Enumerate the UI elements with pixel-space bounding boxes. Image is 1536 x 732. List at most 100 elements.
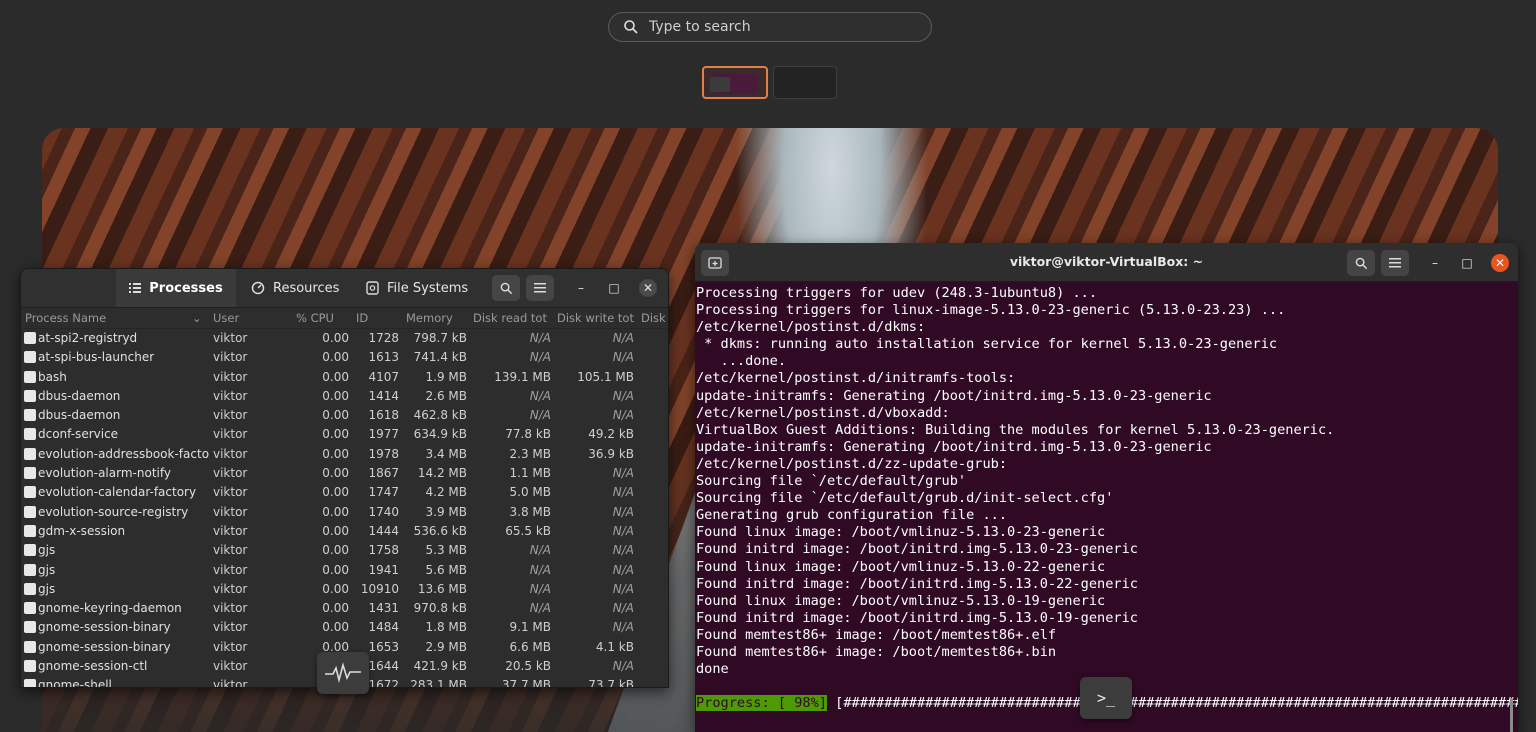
column-cpu[interactable]: % CPU xyxy=(296,311,334,325)
close-button[interactable]: ✕ xyxy=(1491,254,1509,272)
maximize-button[interactable]: □ xyxy=(605,279,623,297)
table-row[interactable]: at-spi2-registryd viktor 0.00 1728 798.7 kB N… xyxy=(21,329,668,348)
search-input[interactable]: Type to search xyxy=(608,12,932,42)
process-user: viktor xyxy=(213,331,248,345)
column-disk[interactable]: Disk xyxy=(641,311,666,325)
tab-resources[interactable]: Resources xyxy=(251,269,351,307)
table-row[interactable]: evolution-calendar-factory viktor 0.00 1747… xyxy=(21,483,668,502)
process-disk-read: N/A xyxy=(529,331,551,345)
tab-label: Processes xyxy=(149,280,223,296)
column-user[interactable]: User xyxy=(213,311,239,325)
terminal-line: VirtualBox Guest Additions: Building the… xyxy=(696,421,1335,438)
process-icon xyxy=(24,389,36,402)
table-row[interactable]: evolution-addressbook-factory viktor 0.00 1… xyxy=(21,445,668,464)
process-disk-write: 49.2 kB xyxy=(588,427,634,442)
process-disk-write: N/A xyxy=(612,601,634,616)
process-user: viktor xyxy=(213,350,248,365)
process-name: evolution-calendar-factory xyxy=(38,485,197,500)
process-user: viktor xyxy=(213,581,248,596)
terminal-line: update-initramfs: Generating /boot/initr… xyxy=(696,438,1212,455)
process-user: viktor xyxy=(213,678,248,688)
menu-button[interactable] xyxy=(1381,250,1409,276)
process-icon xyxy=(24,467,36,480)
process-disk-write: N/A xyxy=(612,331,634,345)
system-monitor-window[interactable]: Processes Resources File Systems – □ ✕ P… xyxy=(20,268,669,688)
table-row[interactable]: bash viktor 0.00 4107 1.9 MB 139.1 MB 105.1 MB xyxy=(21,368,668,387)
process-name: gnome-session-binary xyxy=(38,639,171,654)
table-row[interactable]: dbus-daemon viktor 0.00 1618 462.8 kB N/A N/A xyxy=(21,406,668,425)
process-id: 1613 xyxy=(368,350,399,365)
process-disk-read: N/A xyxy=(529,601,551,616)
process-id: 1941 xyxy=(368,562,399,577)
table-row[interactable]: gjs viktor 0.00 10910 13.6 MB N/A N/A xyxy=(21,580,668,599)
process-disk-read: 9.1 MB xyxy=(509,620,551,635)
terminal-line: Sourcing file `/etc/default/grub.d/init-… xyxy=(696,490,1114,507)
process-id: 1444 xyxy=(368,523,399,538)
table-row[interactable]: gjs viktor 0.00 1941 5.6 MB N/A N/A xyxy=(21,561,668,580)
process-icon xyxy=(24,428,36,441)
column-process-name[interactable]: Process Name xyxy=(25,311,106,325)
tab-label: Resources xyxy=(273,280,340,296)
process-disk-read: 65.5 kB xyxy=(505,523,551,538)
search-button[interactable] xyxy=(492,275,520,301)
column-id[interactable]: ID xyxy=(356,311,368,325)
system-monitor-headerbar: Processes Resources File Systems – □ ✕ xyxy=(21,269,668,308)
process-disk-read: 6.6 MB xyxy=(509,639,551,654)
tab-processes[interactable]: Processes xyxy=(116,269,236,307)
table-row[interactable]: evolution-alarm-notify viktor 0.00 1867 14.2… xyxy=(21,464,668,483)
column-disk-read[interactable]: Disk read tot xyxy=(473,311,547,325)
process-name: evolution-source-registry xyxy=(38,504,189,519)
sort-chevron-down-icon[interactable]: ⌄ xyxy=(192,311,202,325)
process-cpu: 0.00 xyxy=(322,369,349,384)
table-row[interactable]: dconf-service viktor 0.00 1977 634.9 kB 77.8 … xyxy=(21,425,668,444)
process-icon xyxy=(24,332,36,344)
scrollbar[interactable] xyxy=(1510,698,1513,732)
process-memory: 3.9 MB xyxy=(425,504,467,519)
terminal-window[interactable]: viktor@viktor-VirtualBox: ~ – □ ✕ Proces… xyxy=(695,243,1518,732)
process-disk-read: 2.3 MB xyxy=(509,446,551,461)
process-id: 1618 xyxy=(368,408,399,423)
terminal-line: /etc/kernel/postinst.d/initramfs-tools: xyxy=(696,370,1016,387)
column-disk-write[interactable]: Disk write tot xyxy=(557,311,634,325)
search-button[interactable] xyxy=(1347,250,1375,276)
process-user: viktor xyxy=(213,485,248,500)
process-id: 10910 xyxy=(360,581,399,596)
terminal-line: * dkms: running auto installation servic… xyxy=(696,336,1278,353)
table-row[interactable]: gnome-session-binary viktor 0.00 1484 1.8 MB… xyxy=(21,618,668,637)
process-icon xyxy=(24,563,36,576)
process-icon xyxy=(24,370,36,383)
terminal-line: Generating grub configuration file ... xyxy=(696,507,1007,524)
terminal-line: Found initrd image: /boot/initrd.img-5.1… xyxy=(696,541,1138,558)
system-monitor-app-icon[interactable] xyxy=(317,652,369,694)
process-memory: 462.8 kB xyxy=(413,408,467,423)
table-row[interactable]: gnome-keyring-daemon viktor 0.00 1431 970.8 … xyxy=(21,599,668,618)
process-id: 1977 xyxy=(368,427,399,442)
close-button[interactable]: ✕ xyxy=(639,279,657,297)
process-disk-write: N/A xyxy=(612,659,634,674)
workspace-thumbnail-1[interactable] xyxy=(702,66,768,99)
process-disk-write: N/A xyxy=(612,408,634,423)
terminal-output[interactable]: Processing triggers for udev (248.3-1ubu… xyxy=(695,282,1518,732)
terminal-line: Sourcing file `/etc/default/grub' xyxy=(696,473,967,490)
minimize-button[interactable]: – xyxy=(1426,254,1444,272)
process-name: gdm-x-session xyxy=(38,523,126,538)
process-name: gnome-session-ctl xyxy=(38,659,148,674)
terminal-app-icon[interactable]: >_ xyxy=(1080,677,1132,719)
terminal-line: /etc/kernel/postinst.d/zz-update-grub: xyxy=(696,455,1007,472)
workspace-thumbnail-2[interactable] xyxy=(773,66,837,99)
table-row[interactable]: dbus-daemon viktor 0.00 1414 2.6 MB N/A N/A xyxy=(21,387,668,406)
process-memory: 421.9 kB xyxy=(413,659,467,674)
search-placeholder: Type to search xyxy=(649,19,751,35)
menu-button[interactable] xyxy=(526,275,554,301)
table-row[interactable]: gdm-x-session viktor 0.00 1444 536.6 kB 65.5 … xyxy=(21,522,668,541)
minimize-button[interactable]: – xyxy=(572,279,590,297)
table-row[interactable]: evolution-source-registry viktor 0.00 1740 3… xyxy=(21,503,668,522)
table-row[interactable]: gjs viktor 0.00 1758 5.3 MB N/A N/A xyxy=(21,541,668,560)
table-row[interactable]: at-spi-bus-launcher viktor 0.00 1613 741.4 k… xyxy=(21,348,668,367)
process-memory: 4.2 MB xyxy=(425,485,467,500)
column-memory[interactable]: Memory xyxy=(406,311,453,325)
process-disk-read: N/A xyxy=(529,562,551,577)
tab-file-systems[interactable]: File Systems xyxy=(366,269,476,307)
terminal-line: /etc/kernel/postinst.d/vboxadd: xyxy=(696,404,950,421)
maximize-button[interactable]: □ xyxy=(1458,254,1476,272)
